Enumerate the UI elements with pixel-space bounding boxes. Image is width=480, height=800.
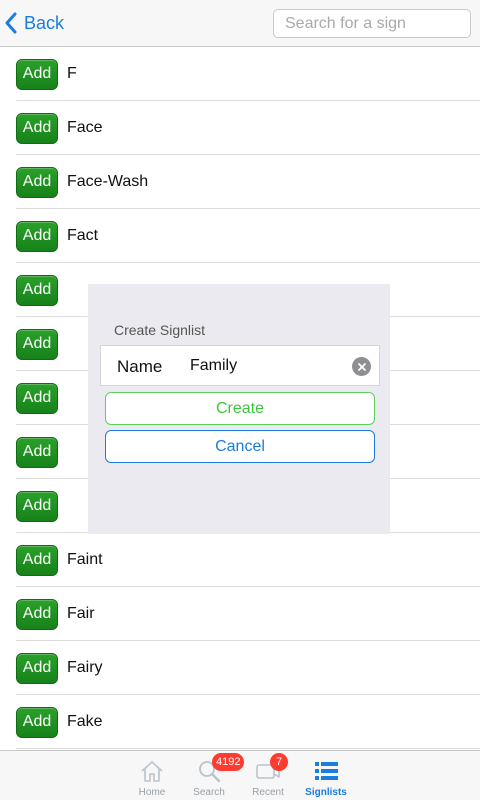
sign-name: Fairy <box>67 659 103 676</box>
add-button[interactable]: Add <box>16 220 58 252</box>
clear-text-icon[interactable] <box>352 357 371 376</box>
add-button[interactable]: Add <box>16 58 58 90</box>
add-button[interactable]: Add <box>16 706 58 738</box>
list-item: Add Face <box>0 101 480 155</box>
list-item: Add Fact <box>0 209 480 263</box>
list-item: Add Face-Wash <box>0 155 480 209</box>
add-button[interactable]: Add <box>16 598 58 630</box>
add-button[interactable]: Add <box>16 112 58 144</box>
sign-name: Fake <box>67 713 103 730</box>
tab-label: Home <box>138 787 166 798</box>
home-icon <box>141 761 163 782</box>
cancel-button[interactable]: Cancel <box>105 430 375 463</box>
list-item: Add Fairy <box>0 641 480 695</box>
tab-label: Search <box>193 787 225 798</box>
add-button[interactable]: Add <box>16 166 58 198</box>
tab-recent[interactable]: 7 Recent <box>240 751 296 800</box>
sign-name: Face-Wash <box>67 173 149 190</box>
dialog-title: Create Signlist <box>114 322 206 338</box>
name-label: Name <box>117 357 163 376</box>
top-nav-bar: Back <box>0 0 480 47</box>
sign-name: Fact <box>67 227 99 244</box>
create-button[interactable]: Create <box>105 392 375 425</box>
add-button[interactable]: Add <box>16 490 58 522</box>
add-button[interactable]: Add <box>16 382 58 414</box>
list-icon <box>315 762 338 780</box>
recent-count-badge: 7 <box>270 753 288 771</box>
tab-label: Recent <box>252 787 284 798</box>
search-input[interactable] <box>273 9 471 38</box>
tab-label: Signlists <box>305 787 347 798</box>
list-item: Add Fair <box>0 587 480 641</box>
name-field-row: Name <box>100 345 380 386</box>
add-button[interactable]: Add <box>16 274 58 306</box>
chevron-left-icon <box>5 12 17 34</box>
back-label: Back <box>24 12 65 33</box>
list-item: Add F <box>0 47 480 101</box>
sign-name: Fair <box>67 605 95 622</box>
bottom-tab-bar: Home 4192 Search 7 Recent Signlists <box>0 750 480 800</box>
add-button[interactable]: Add <box>16 652 58 684</box>
tab-signlists[interactable]: Signlists <box>298 751 354 800</box>
name-input[interactable] <box>190 355 340 377</box>
sign-name: Faint <box>67 551 103 568</box>
sign-name: Face <box>67 119 103 136</box>
add-button[interactable]: Add <box>16 436 58 468</box>
add-button[interactable]: Add <box>16 328 58 360</box>
list-item: Add Fake <box>0 695 480 749</box>
tab-search[interactable]: 4192 Search <box>181 751 245 800</box>
sign-name: F <box>67 65 77 82</box>
add-button[interactable]: Add <box>16 544 58 576</box>
create-signlist-dialog: Create Signlist Name Create Cancel <box>88 284 390 534</box>
tab-home[interactable]: Home <box>124 751 180 800</box>
back-button[interactable]: Back <box>4 10 64 36</box>
list-item: Add Faint <box>0 533 480 587</box>
